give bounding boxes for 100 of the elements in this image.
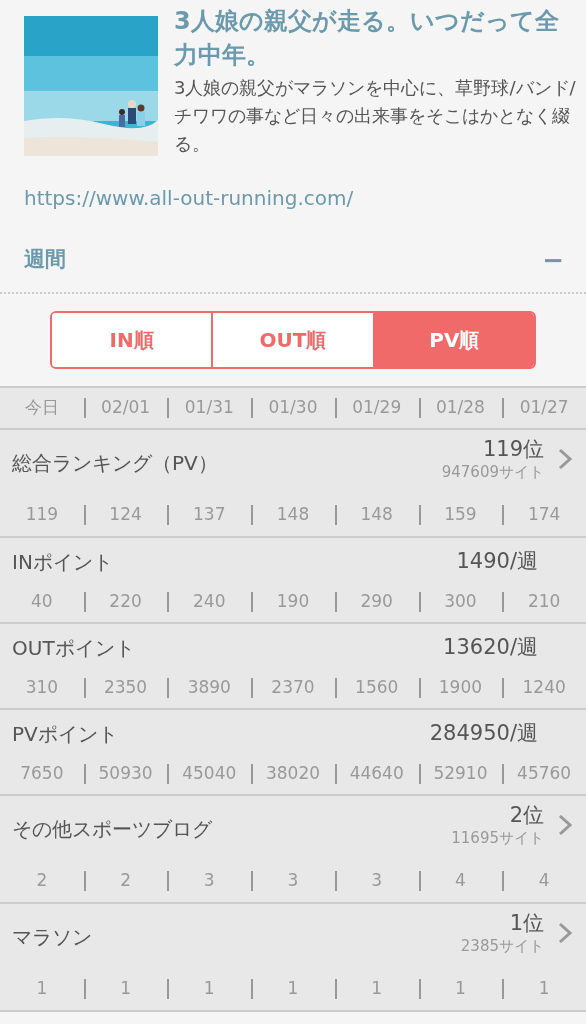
points-label: OUTポイント	[12, 635, 135, 662]
column-separator	[418, 764, 421, 784]
history-value: 148	[276, 503, 310, 527]
history-value: 3890	[187, 676, 231, 700]
site-count: 2385サイト	[460, 936, 544, 956]
history-value: 290	[360, 590, 393, 614]
date-label: 01/29	[352, 396, 402, 420]
points-total: 284950/週	[429, 720, 538, 748]
ranking-label: その他スポーツブログ	[12, 816, 212, 843]
column-separator	[167, 979, 170, 999]
history-value: 174	[527, 503, 561, 527]
column-separator	[334, 592, 337, 612]
history-value: 52910	[433, 762, 488, 786]
rank-value: 1位	[509, 910, 544, 936]
site-count: 11695サイト	[451, 828, 544, 848]
history-value: 1	[538, 977, 550, 1001]
column-separator	[251, 398, 254, 418]
date-label: 02/01	[101, 396, 151, 420]
date-label: 01/31	[184, 396, 234, 420]
sort-tab[interactable]: PV順	[372, 313, 534, 367]
history-value: 45760	[517, 762, 572, 786]
ranking-label: マラソン	[12, 924, 92, 951]
column-separator	[334, 871, 337, 891]
column-separator	[502, 505, 505, 525]
date-label: 01/30	[268, 396, 318, 420]
column-separator	[83, 505, 86, 525]
history-value: 50930	[98, 762, 153, 786]
column-separator	[251, 979, 254, 999]
column-separator	[167, 764, 170, 784]
history-value: 40	[31, 590, 53, 614]
column-separator	[334, 678, 337, 698]
history-value: 2	[120, 869, 131, 893]
chevron-right-icon[interactable]	[558, 922, 572, 944]
column-separator	[418, 979, 421, 999]
history-value: 119	[25, 503, 59, 527]
column-separator	[83, 398, 86, 418]
history-value: 300	[444, 590, 477, 614]
ranking-label: 総合ランキング（PV）	[12, 450, 218, 477]
column-separator	[167, 505, 170, 525]
column-separator	[418, 505, 421, 525]
history-value: 38020	[265, 762, 321, 786]
column-separator	[334, 398, 337, 418]
blog-title[interactable]: 3人娘の親父が走る。いつだって全力中年。	[174, 4, 578, 72]
column-separator	[83, 592, 86, 612]
column-separator	[251, 871, 254, 891]
column-separator	[251, 678, 254, 698]
chevron-right-icon[interactable]	[558, 814, 572, 836]
history-value: 1900	[438, 676, 483, 700]
history-value: 240	[193, 590, 226, 614]
column-separator	[83, 764, 86, 784]
site-count: 947609サイト	[441, 462, 544, 482]
date-label: 01/28	[435, 396, 485, 420]
history-value: 3	[287, 869, 299, 893]
history-value: 1	[371, 977, 383, 1001]
history-value: 1	[36, 977, 48, 1001]
blog-description: 3人娘の親父がマラソンを中心に、草野球/バンド/チワワの事など日々の出来事をそこはかとなく綴る。	[174, 76, 577, 156]
date-label: 今日	[24, 396, 59, 420]
history-value: 190	[276, 590, 310, 614]
collapse-button[interactable]: −	[542, 247, 564, 273]
column-separator	[251, 592, 254, 612]
blog-url-link[interactable]: https://www.all-out-running.com/	[0, 180, 354, 228]
history-value: 3	[203, 869, 215, 893]
points-label: PVポイント	[12, 721, 118, 748]
history-value: 1560	[355, 676, 399, 700]
rank-value: 119位	[482, 436, 544, 462]
history-value: 137	[193, 503, 226, 527]
history-value: 124	[109, 503, 142, 527]
rank-value: 2位	[509, 802, 544, 828]
column-separator	[251, 505, 254, 525]
column-separator	[251, 764, 254, 784]
history-value: 2350	[103, 676, 148, 700]
column-separator	[167, 678, 170, 698]
column-separator	[502, 592, 505, 612]
history-value: 210	[527, 590, 561, 614]
date-label: 01/27	[519, 396, 569, 420]
history-value: 1	[203, 977, 215, 1001]
column-separator	[167, 871, 170, 891]
column-separator	[502, 398, 505, 418]
column-separator	[334, 764, 337, 784]
points-total: 13620/週	[443, 634, 538, 662]
column-separator	[418, 592, 421, 612]
column-separator	[502, 678, 505, 698]
column-separator	[167, 398, 170, 418]
column-separator	[502, 979, 505, 999]
history-value: 148	[360, 503, 393, 527]
history-value: 220	[109, 590, 142, 614]
column-separator	[83, 678, 86, 698]
history-value: 45040	[182, 762, 237, 786]
history-value: 4	[538, 869, 550, 893]
column-separator	[502, 871, 505, 891]
chevron-right-icon[interactable]	[558, 448, 572, 470]
history-value: 1	[455, 977, 466, 1001]
history-value: 310	[25, 676, 59, 700]
column-separator	[418, 678, 421, 698]
points-label: INポイント	[12, 549, 113, 576]
points-total: 1490/週	[456, 548, 538, 576]
column-separator	[502, 764, 505, 784]
history-value: 4	[455, 869, 466, 893]
column-separator	[418, 398, 421, 418]
section-heading: 週間	[24, 246, 66, 274]
